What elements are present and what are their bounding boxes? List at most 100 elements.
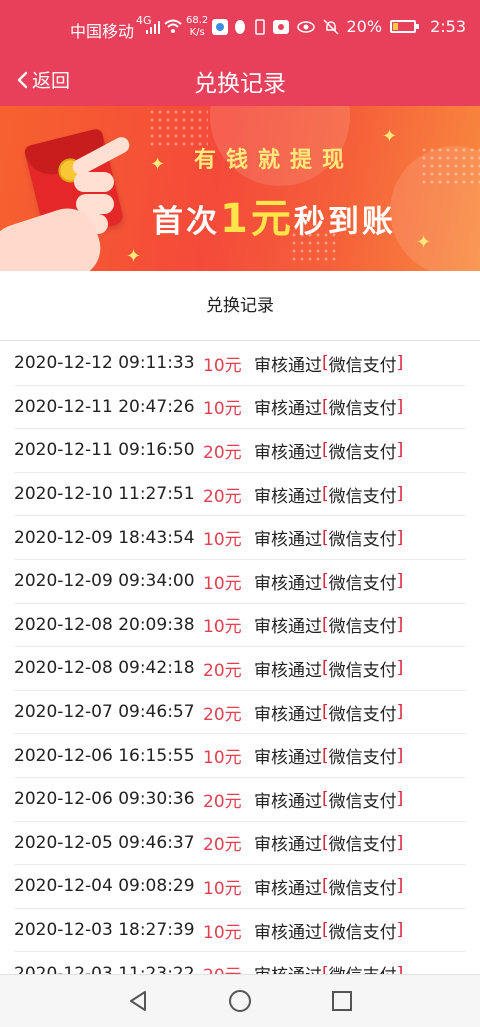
clock: 2:53 — [430, 17, 466, 36]
eye-icon — [296, 20, 315, 33]
mute-icon — [322, 18, 339, 35]
record-bracket-open: [ — [322, 396, 329, 417]
records-list[interactable]: 2020-12-12 09:11:33 10元 审核通过[微信支付] 2020-12-… — [0, 342, 480, 974]
record-method: 微信支付 — [328, 704, 397, 725]
square-recent-icon[interactable] — [330, 989, 354, 1013]
record-method: 微信支付 — [328, 442, 397, 463]
headline-suffix: 秒到账 — [293, 204, 396, 240]
record-bracket-open: [ — [322, 440, 329, 461]
record-status: 审核通过 — [254, 835, 322, 856]
record-time: 2020-12-11 20:47:26 — [14, 396, 195, 417]
record-method: 微信支付 — [328, 617, 397, 638]
record-amount: 20元 — [203, 704, 242, 725]
triangle-back-icon[interactable] — [126, 989, 150, 1013]
system-nav-bar — [0, 974, 480, 1027]
promo-banner[interactable]: ✦ ✦ ✦ ✦ 有钱就提现 首次1元秒到账 — [0, 106, 480, 271]
page-title: 兑换记录 — [194, 71, 286, 97]
record-status: 审核通过 — [254, 617, 322, 638]
carrier-name: 中国移动 — [70, 22, 135, 41]
record-time: 2020-12-09 18:43:54 — [14, 527, 195, 548]
record-row: 2020-12-10 11:27:51 20元 审核通过[微信支付] — [14, 473, 466, 517]
record-amount: 10元 — [203, 355, 242, 376]
record-bracket-close: ] — [396, 440, 404, 461]
record-amount: 10元 — [203, 617, 242, 638]
record-row: 2020-12-11 09:16:50 20元 审核通过[微信支付] — [14, 429, 466, 473]
record-row: 2020-12-09 09:34:00 10元 审核通过[微信支付] — [14, 560, 466, 604]
speed-unit: K/s — [189, 27, 205, 38]
record-row: 2020-12-05 09:46:37 20元 审核通过[微信支付] — [14, 822, 466, 866]
record-time: 2020-12-06 09:30:36 — [14, 789, 195, 810]
sparkle-icon: ✦ — [150, 154, 166, 175]
record-status: 审核通过 — [254, 660, 322, 681]
message-icon — [272, 19, 289, 34]
record-amount: 10元 — [203, 748, 242, 769]
record-status: 审核通过 — [254, 399, 322, 420]
record-row: 2020-12-06 09:30:36 20元 审核通过[微信支付] — [14, 778, 466, 822]
signal-icon — [146, 21, 160, 34]
record-method: 微信支付 — [328, 355, 397, 376]
record-method: 微信支付 — [329, 961, 397, 974]
record-bracket-close: ] — [396, 658, 404, 679]
record-method: 微信支付 — [328, 573, 397, 594]
record-row: 2020-12-03 18:27:39 10元 审核通过[微信支付] — [14, 909, 466, 953]
sim-icon — [254, 18, 265, 35]
status-right: 20% 2:53 — [233, 17, 466, 36]
record-method: 微信支付 — [328, 791, 397, 812]
record-row: 2020-12-07 09:46:57 20元 审核通过[微信支付] — [14, 691, 466, 735]
record-bracket-open: [ — [322, 484, 329, 505]
record-bracket-close: ] — [396, 789, 404, 810]
headline-prefix: 首次 — [152, 204, 220, 240]
record-amount: 10元 — [203, 878, 242, 899]
record-status: 审核通过 — [254, 573, 322, 594]
record-row: 2020-12-11 20:47:26 10元 审核通过[微信支付] — [14, 386, 466, 430]
record-status: 审核通过 — [254, 442, 322, 463]
speed-value: 68.2 — [186, 15, 209, 26]
record-bracket-open: [ — [322, 353, 329, 374]
record-method: 微信支付 — [328, 530, 397, 551]
sparkle-icon: ✦ — [382, 126, 398, 147]
record-amount: 20元 — [203, 442, 242, 463]
record-amount: 20元 — [203, 961, 254, 974]
record-status: 审核通过 — [254, 748, 322, 769]
record-method: 微信支付 — [328, 922, 397, 943]
record-row: 2020-12-08 20:09:38 10元 审核通过[微信支付] — [14, 604, 466, 648]
network-speed: 68.2 K/s — [186, 15, 208, 39]
record-time: 2020-12-12 09:11:33 — [14, 353, 195, 374]
wifi-icon — [164, 19, 182, 33]
record-method: 微信支付 — [328, 748, 397, 769]
record-status: 审核通过 — [254, 878, 322, 899]
record-bracket-open: [ — [322, 745, 329, 766]
circle-home-icon[interactable] — [228, 989, 252, 1013]
record-method: 微信支付 — [328, 878, 397, 899]
record-bracket-open: [ — [322, 963, 329, 974]
record-amount: 10元 — [203, 573, 242, 594]
record-bracket-close: ] — [396, 920, 404, 941]
record-method: 微信支付 — [328, 660, 397, 681]
record-time: 2020-12-06 16:15:55 — [14, 745, 195, 766]
record-bracket-open: [ — [322, 789, 329, 810]
record-bracket-close: ] — [396, 353, 404, 374]
banner-slogan: 有钱就提现 — [194, 148, 355, 173]
record-time: 2020-12-09 09:34:00 — [14, 571, 195, 592]
record-bracket-open: [ — [322, 658, 329, 679]
record-row: 2020-12-12 09:11:33 10元 审核通过[微信支付] — [14, 342, 466, 386]
record-amount: 20元 — [203, 791, 242, 812]
record-method: 微信支付 — [328, 486, 397, 507]
record-status: 审核通过 — [254, 530, 322, 551]
record-bracket-open: [ — [322, 614, 329, 635]
sparkle-icon: ✦ — [126, 246, 142, 267]
record-bracket-close: ] — [396, 396, 404, 417]
record-bracket-close: ] — [396, 745, 404, 766]
record-bracket-open: [ — [322, 876, 329, 897]
qq-icon — [234, 19, 245, 34]
record-row: 2020-12-03 11:23:22 20元审核通过[微信支付] — [14, 952, 466, 974]
record-row: 2020-12-09 18:43:54 10元 审核通过[微信支付] — [14, 516, 466, 560]
record-status: 审核通过 — [254, 355, 322, 376]
record-time: 2020-12-08 09:42:18 — [14, 658, 195, 679]
status-bar: 中国移动 4G 68.2 K/s 20% 2:53 — [0, 0, 480, 54]
record-bracket-open: [ — [322, 571, 329, 592]
record-bracket-close: ] — [396, 484, 404, 505]
record-method: 微信支付 — [328, 835, 397, 856]
record-time: 2020-12-10 11:27:51 — [14, 484, 195, 505]
record-status: 审核通过 — [254, 486, 322, 507]
